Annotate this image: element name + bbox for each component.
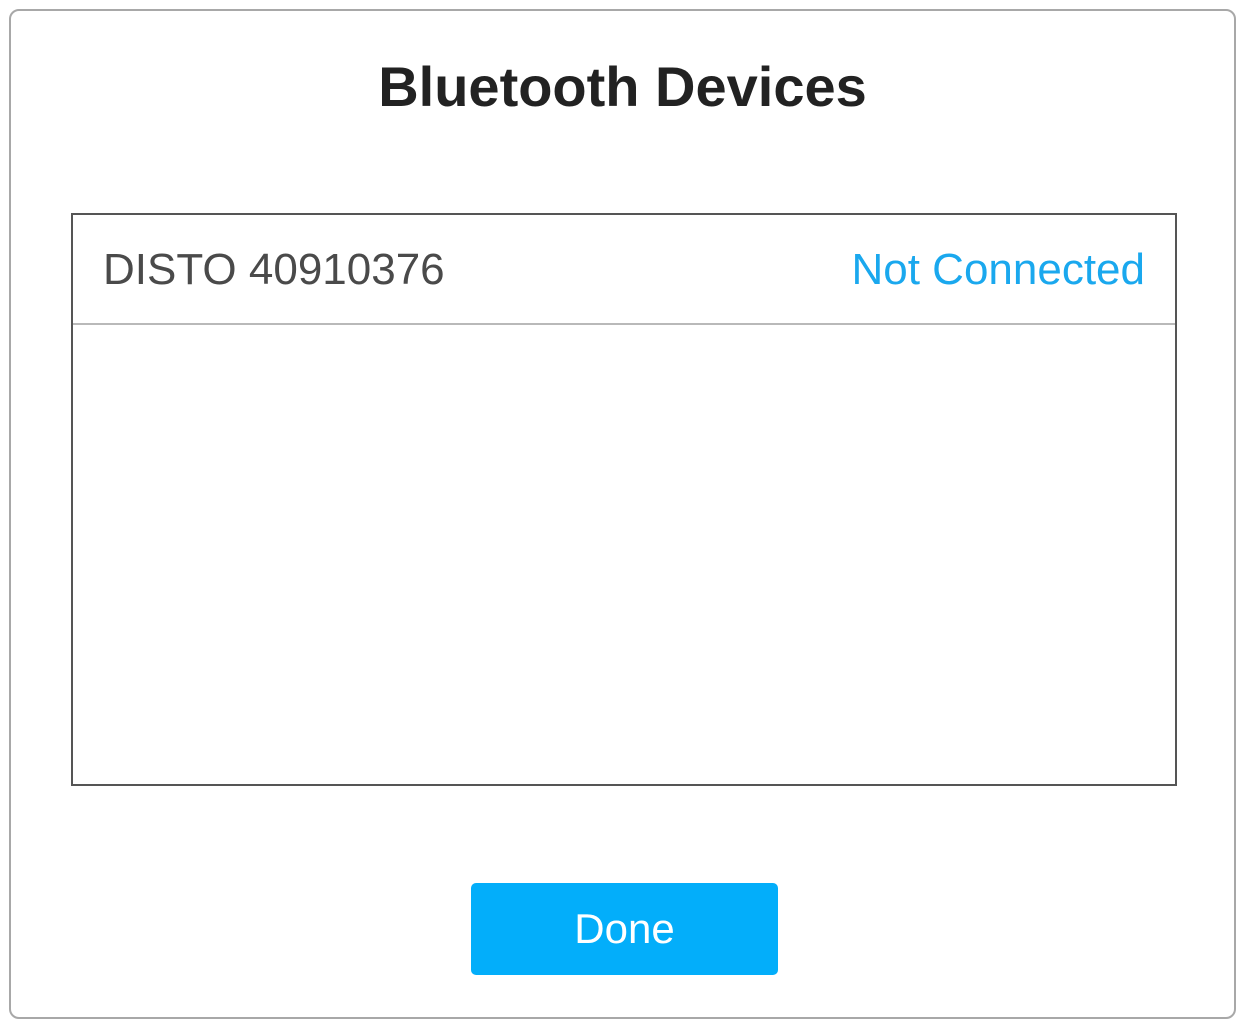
device-list: DISTO 40910376 Not Connected bbox=[71, 213, 1177, 786]
device-row[interactable]: DISTO 40910376 Not Connected bbox=[73, 215, 1175, 325]
device-name: DISTO 40910376 bbox=[103, 245, 445, 294]
done-button[interactable]: Done bbox=[471, 883, 778, 975]
bluetooth-devices-dialog: Bluetooth Devices DISTO 40910376 Not Con… bbox=[9, 9, 1236, 1019]
dialog-title: Bluetooth Devices bbox=[378, 55, 867, 118]
device-connection-status: Not Connected bbox=[851, 245, 1145, 294]
